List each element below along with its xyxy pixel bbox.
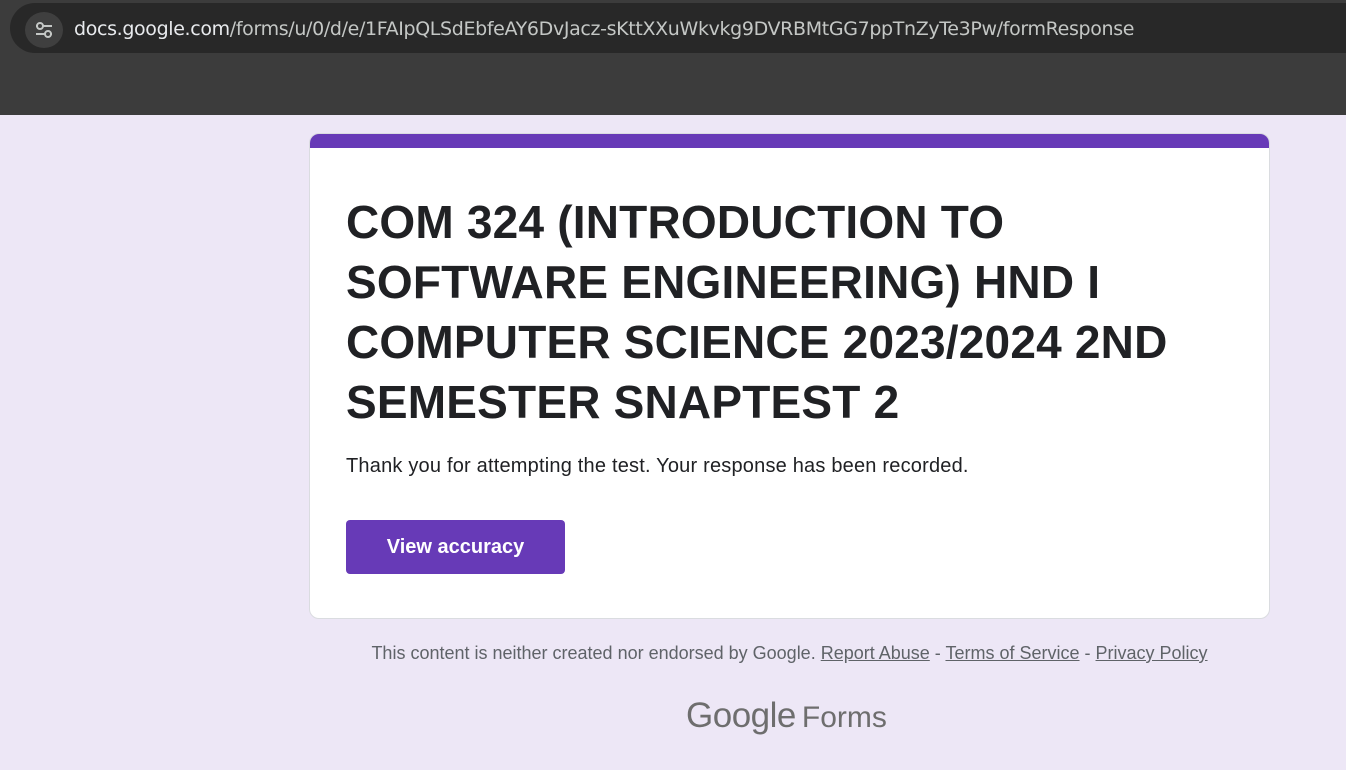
footer-separator: - bbox=[929, 643, 946, 663]
disclaimer-text: This content is neither created nor endo… bbox=[371, 643, 816, 663]
address-bar[interactable]: docs.google.com/forms/u/0/d/e/1FAIpQLSdE… bbox=[10, 3, 1346, 53]
url-text[interactable]: docs.google.com/forms/u/0/d/e/1FAIpQLSdE… bbox=[74, 18, 1134, 40]
footer-separator: - bbox=[1079, 643, 1096, 663]
url-path: /forms/u/0/d/e/1FAIpQLSdEbfeAY6DvJacz-sK… bbox=[229, 18, 1135, 40]
form-title: COM 324 (INTRODUCTION TO SOFTWARE ENGINE… bbox=[346, 196, 1168, 428]
tune-icon bbox=[36, 22, 52, 38]
footer-disclaimer: This content is neither created nor endo… bbox=[309, 643, 1270, 664]
confirmation-card: COM 324 (INTRODUCTION TO SOFTWARE ENGINE… bbox=[309, 133, 1270, 619]
google-forms-logo[interactable]: Google Forms bbox=[686, 696, 887, 736]
privacy-policy-link[interactable]: Privacy Policy bbox=[1096, 643, 1208, 663]
terms-of-service-link[interactable]: Terms of Service bbox=[945, 643, 1079, 663]
site-info-button[interactable] bbox=[25, 12, 63, 48]
url-host: docs.google.com bbox=[74, 18, 230, 40]
report-abuse-link[interactable]: Report Abuse bbox=[821, 643, 930, 663]
brand-forms-text: Forms bbox=[801, 701, 887, 734]
card-accent-bar bbox=[310, 134, 1269, 148]
confirmation-message: Thank you for attempting the test. Your … bbox=[346, 455, 969, 477]
browser-toolbar: docs.google.com/forms/u/0/d/e/1FAIpQLSdE… bbox=[0, 0, 1346, 115]
brand-google-text: Google bbox=[686, 696, 796, 735]
view-accuracy-button[interactable]: View accuracy bbox=[346, 520, 565, 574]
